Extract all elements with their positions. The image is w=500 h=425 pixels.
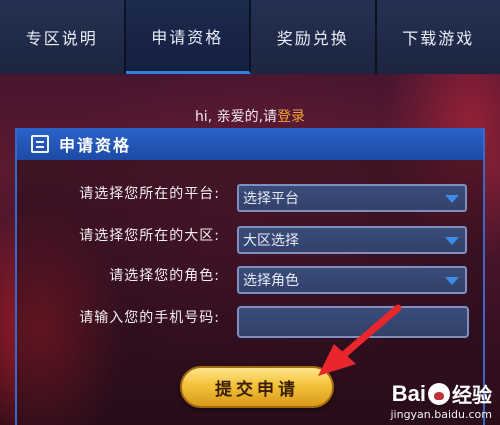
- role-select-value: 选择角色: [243, 273, 299, 289]
- red-arrow-annotation: [318, 304, 402, 376]
- baidu-paw-icon: [428, 382, 450, 405]
- panel-header: 申请资格: [17, 128, 483, 160]
- region-select-value: 大区选择: [243, 233, 299, 249]
- platform-select-value: 选择平台: [243, 191, 299, 207]
- tab-download-game[interactable]: 下载游戏: [376, 0, 500, 74]
- document-icon: [31, 135, 49, 153]
- greeting-text: hi, 亲爱的,请: [194, 109, 278, 125]
- chevron-down-icon: [445, 195, 459, 203]
- greeting: hi, 亲爱的,请登录: [0, 106, 500, 126]
- watermark-url: jingyan.baidu.com: [390, 408, 492, 421]
- watermark-brand: Bai: [391, 380, 426, 406]
- phone-label: 请输入您的手机号码:: [79, 310, 220, 326]
- tab-reward-exchange[interactable]: 奖励兑换: [251, 0, 377, 74]
- platform-label: 请选择您所在的平台:: [79, 186, 220, 202]
- tab-zone-intro[interactable]: 专区说明: [0, 0, 126, 74]
- region-label: 请选择您所在的大区:: [79, 228, 220, 244]
- top-nav: 专区说明 申请资格 奖励兑换 下载游戏: [0, 0, 500, 74]
- role-label: 请选择您的角色:: [109, 268, 220, 284]
- baidu-jingyan-watermark: Bai 经验 jingyan.baidu.com: [390, 379, 492, 422]
- role-select[interactable]: 选择角色: [237, 266, 467, 294]
- login-link[interactable]: 登录: [277, 109, 305, 125]
- panel-title: 申请资格: [59, 136, 132, 155]
- tab-apply-qualification[interactable]: 申请资格: [125, 0, 251, 74]
- watermark-brand-suffix: 经验: [452, 383, 492, 407]
- platform-select[interactable]: 选择平台: [237, 184, 467, 212]
- chevron-down-icon: [445, 237, 459, 245]
- chevron-down-icon: [445, 277, 459, 285]
- region-select[interactable]: 大区选择: [237, 226, 467, 254]
